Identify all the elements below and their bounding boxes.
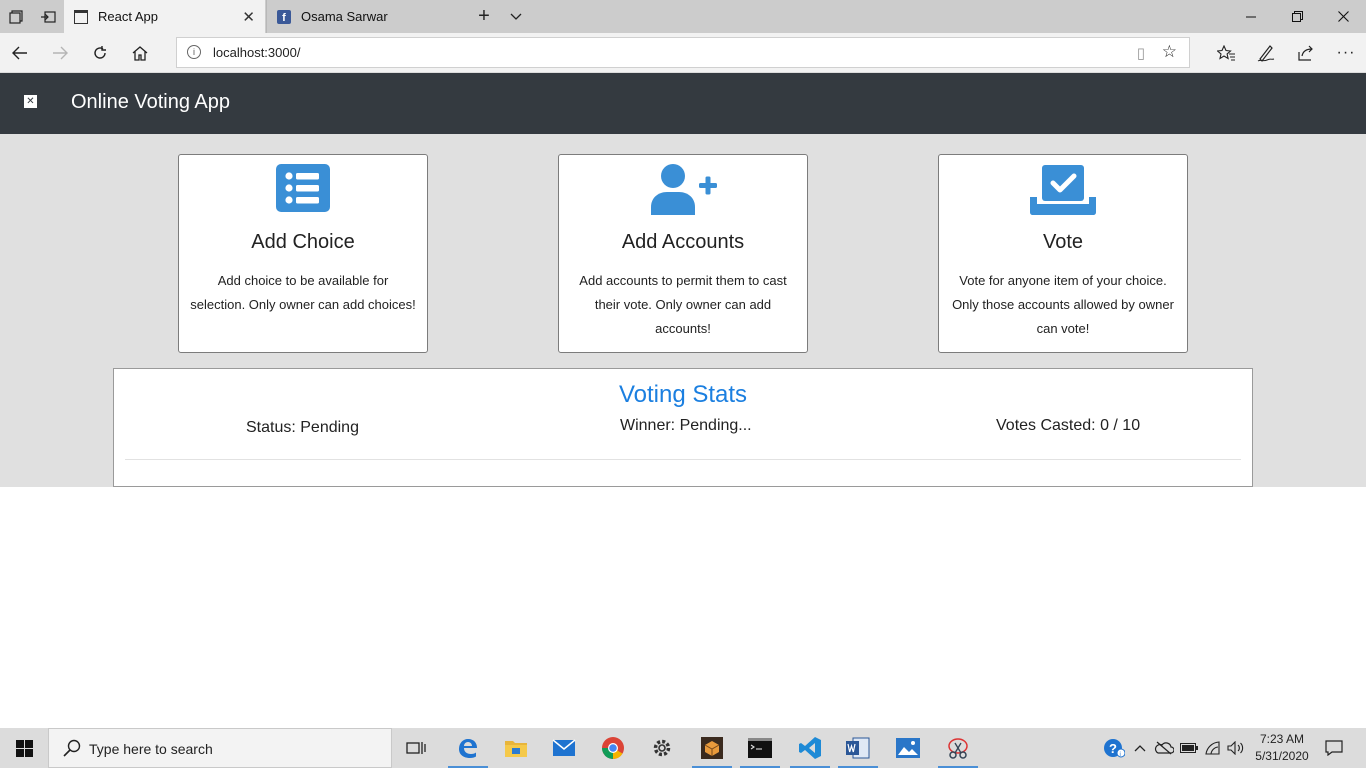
word-icon[interactable] xyxy=(834,728,882,768)
address-bar[interactable]: i localhost:3000/ ▯ ☆ xyxy=(176,37,1190,68)
card-description: Vote for anyone item of your choice. Onl… xyxy=(952,273,1174,336)
card-description: Add accounts to permit them to cast thei… xyxy=(579,273,787,336)
settings-gear-icon[interactable] xyxy=(638,728,686,768)
tab-osama-sarwar[interactable]: f Osama Sarwar xyxy=(266,0,466,33)
close-tab-icon[interactable]: ✕ xyxy=(242,8,255,26)
svg-text:?: ? xyxy=(1109,741,1117,756)
task-view-icon[interactable] xyxy=(392,728,440,768)
page-icon xyxy=(74,9,88,24)
close-window-icon[interactable] xyxy=(1320,0,1366,33)
photos-icon[interactable] xyxy=(884,728,932,768)
app-logo-icon: ✕ xyxy=(24,95,37,108)
favorite-star-icon[interactable]: ☆ xyxy=(1162,42,1177,62)
restore-icon[interactable] xyxy=(1274,0,1320,33)
system-clock[interactable]: 7:23 AM 5/31/2020 xyxy=(1248,731,1316,765)
taskbar-search-box[interactable]: Type here to search xyxy=(48,728,392,768)
status-text: Status: Pending xyxy=(246,419,359,436)
minimize-icon[interactable] xyxy=(1228,0,1274,33)
app-title: Online Voting App xyxy=(71,91,231,113)
search-icon xyxy=(63,739,81,757)
card-description: Add choice to be available for selection… xyxy=(190,273,416,312)
home-icon[interactable] xyxy=(124,37,156,69)
tab-title: React App xyxy=(98,9,158,24)
voting-stats-title: Voting Stats xyxy=(618,381,748,408)
clock-time: 7:23 AM xyxy=(1259,732,1305,746)
battery-icon[interactable] xyxy=(1178,728,1200,768)
mail-icon[interactable] xyxy=(540,728,588,768)
help-icon[interactable]: ? i xyxy=(1100,728,1128,768)
more-icon[interactable]: ··· xyxy=(1330,37,1362,69)
forward-icon[interactable] xyxy=(44,37,76,69)
chrome-icon[interactable] xyxy=(589,728,637,768)
clock-date: 5/31/2020 xyxy=(1255,749,1309,763)
onedrive-icon[interactable] xyxy=(1152,728,1176,768)
card-title: Add Accounts xyxy=(621,231,745,253)
voting-stats-panel: Voting Stats Status: Pending Winner: Pen… xyxy=(113,368,1253,487)
vscode-icon[interactable] xyxy=(786,728,834,768)
vote-box-icon xyxy=(939,161,1187,215)
windows-taskbar: Type here to search ? i 7:23 AM 5/31/202… xyxy=(0,728,1366,768)
browser-tab-strip: React App ✕ f Osama Sarwar + xyxy=(0,0,1366,33)
browser-toolbar: i localhost:3000/ ▯ ☆ ··· xyxy=(0,33,1366,73)
tab-sets-icon[interactable] xyxy=(0,0,32,33)
share-icon[interactable] xyxy=(1290,37,1322,69)
main-content: Add Choice Add choice to be available fo… xyxy=(0,134,1366,487)
set-aside-tabs-icon[interactable] xyxy=(32,0,64,33)
back-icon[interactable] xyxy=(4,37,36,69)
windows-start-icon[interactable] xyxy=(0,728,48,768)
card-title: Add Choice xyxy=(251,231,355,253)
votes-casted-text: Votes Casted: 0 / 10 xyxy=(996,417,1141,434)
card-add-choice[interactable]: Add Choice Add choice to be available fo… xyxy=(178,154,428,353)
search-placeholder: Type here to search xyxy=(89,741,213,757)
url-text[interactable]: localhost:3000/ xyxy=(213,45,300,60)
wifi-icon[interactable] xyxy=(1202,728,1224,768)
volume-icon[interactable] xyxy=(1226,728,1246,768)
app-navbar: ✕ Online Voting App xyxy=(0,73,1366,134)
snipping-tool-icon[interactable] xyxy=(934,728,982,768)
new-tab-icon[interactable]: + xyxy=(468,0,500,33)
card-title: Vote xyxy=(1042,231,1084,253)
notifications-icon[interactable] xyxy=(1318,728,1350,768)
pen-icon[interactable] xyxy=(1250,37,1282,69)
tab-title: Osama Sarwar xyxy=(301,9,388,24)
card-vote[interactable]: Vote Vote for anyone item of your choice… xyxy=(938,154,1188,353)
app-box-icon[interactable] xyxy=(688,728,736,768)
tab-react-app[interactable]: React App ✕ xyxy=(64,0,265,33)
card-add-accounts[interactable]: Add Accounts Add accounts to permit them… xyxy=(558,154,808,353)
user-plus-icon xyxy=(559,161,807,215)
chevron-down-icon[interactable] xyxy=(500,0,532,33)
command-prompt-icon[interactable] xyxy=(736,728,784,768)
divider xyxy=(125,459,1241,460)
refresh-icon[interactable] xyxy=(84,37,116,69)
list-icon xyxy=(179,161,427,215)
edge-browser-icon[interactable] xyxy=(444,728,492,768)
reading-view-icon[interactable]: ▯ xyxy=(1137,44,1145,62)
facebook-icon: f xyxy=(277,9,291,24)
info-icon[interactable]: i xyxy=(187,45,201,59)
winner-text: Winner: Pending... xyxy=(620,417,752,434)
svg-text:i: i xyxy=(1120,752,1121,758)
file-explorer-icon[interactable] xyxy=(492,728,540,768)
chevron-up-icon[interactable] xyxy=(1130,728,1150,768)
favorites-icon[interactable] xyxy=(1210,37,1242,69)
